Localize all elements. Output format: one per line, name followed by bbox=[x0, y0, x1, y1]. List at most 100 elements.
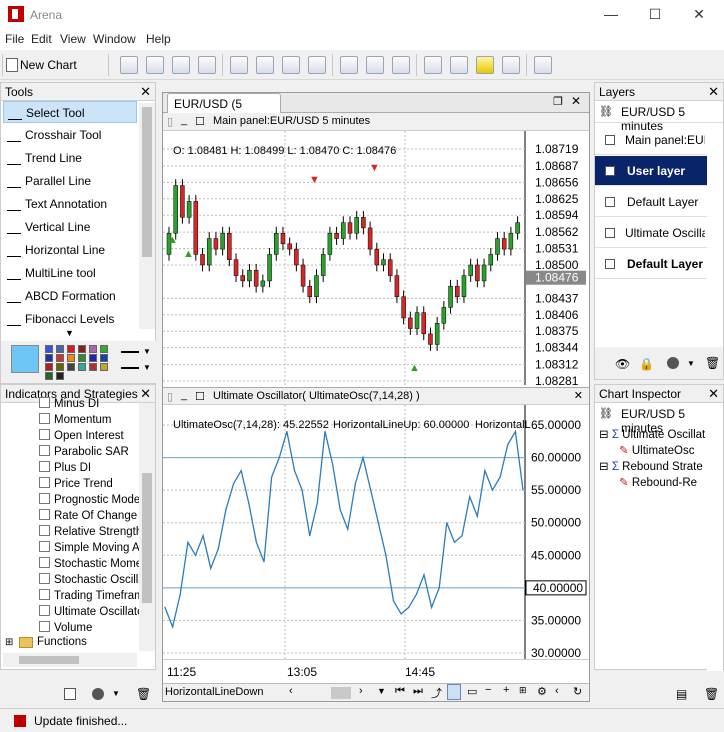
oscillator-chart[interactable]: 65.00000 60.00000 55.00000 50.00000 45.00000… bbox=[163, 405, 589, 659]
indicator-item[interactable]: Minus DI bbox=[39, 397, 139, 413]
trash-icon[interactable]: 🗑 bbox=[704, 687, 719, 701]
scroll-left-icon[interactable]: ‹ bbox=[289, 685, 293, 697]
tool-crosshair-tool[interactable]: Crosshair Tool bbox=[3, 124, 137, 146]
tool-parallel-line[interactable]: Parallel Line bbox=[3, 170, 137, 192]
palette-swatch[interactable] bbox=[89, 354, 97, 362]
tool-text-annotation[interactable]: Text Annotation bbox=[3, 193, 137, 215]
selected-color-swatch[interactable] bbox=[11, 345, 39, 373]
maximize-panel-icon[interactable]: ☐ bbox=[195, 115, 205, 128]
indicator-item[interactable]: Plus DI bbox=[39, 461, 139, 477]
close-icon[interactable]: ✕ bbox=[571, 94, 581, 108]
close-icon[interactable]: ✕ bbox=[574, 389, 583, 402]
indicator-item[interactable]: Trading Timefram bbox=[39, 589, 139, 605]
menu-help[interactable]: Help bbox=[146, 32, 171, 46]
close-icon[interactable]: ✕ bbox=[140, 386, 151, 402]
tool-horizontal-line[interactable]: Horizontal Line bbox=[3, 239, 137, 261]
globe-icon[interactable] bbox=[92, 688, 104, 700]
layer-item[interactable]: User layer bbox=[595, 156, 707, 186]
chevron-down-icon[interactable]: ▼ bbox=[65, 328, 74, 338]
indicator-item[interactable]: Parabolic SAR bbox=[39, 445, 139, 461]
last-icon[interactable]: ⏭ bbox=[413, 685, 423, 698]
fit-icon[interactable] bbox=[447, 684, 461, 700]
strategy-icon[interactable] bbox=[198, 56, 216, 74]
trash-icon[interactable]: 🗑 bbox=[705, 356, 720, 370]
layers-scrollbar[interactable] bbox=[707, 125, 723, 345]
time-scroll-thumb[interactable] bbox=[331, 687, 351, 699]
palette-swatch[interactable] bbox=[89, 363, 97, 371]
eye-icon[interactable]: 👁 bbox=[615, 357, 630, 371]
close-icon[interactable]: ✕ bbox=[708, 84, 719, 100]
cloud-icon[interactable] bbox=[308, 56, 326, 74]
globe-icon[interactable] bbox=[667, 357, 679, 369]
layer-item[interactable]: Default Layer bbox=[595, 187, 707, 217]
checkbox-icon[interactable] bbox=[64, 688, 76, 700]
tool-fibonacci-levels[interactable]: Fibonacci Levels bbox=[3, 308, 137, 330]
palette-swatch[interactable] bbox=[100, 345, 108, 353]
line-chart-icon[interactable] bbox=[146, 56, 164, 74]
tool-multiline-tool[interactable]: MultiLine tool bbox=[3, 262, 137, 284]
scroll-icon[interactable]: ‹ bbox=[555, 685, 559, 697]
layers-root[interactable]: ⛓ EUR/USD 5 minutes bbox=[595, 101, 723, 133]
functions-folder[interactable]: Functions bbox=[37, 636, 87, 648]
scroll-right-icon[interactable]: › bbox=[359, 685, 363, 697]
properties-icon[interactable]: ▤ bbox=[676, 687, 687, 701]
layer-item[interactable]: Default Layer bbox=[595, 249, 707, 279]
refresh-icon[interactable]: ↻ bbox=[573, 685, 582, 698]
image-icon[interactable] bbox=[340, 56, 358, 74]
palette-swatch[interactable] bbox=[56, 354, 64, 362]
chart-type-icon[interactable] bbox=[120, 56, 138, 74]
indicator-item[interactable]: Open Interest bbox=[39, 429, 139, 445]
indicator-item[interactable]: Stochastic Oscilla bbox=[39, 573, 139, 589]
chevron-down-icon[interactable]: ▼ bbox=[687, 359, 695, 368]
palette-swatch[interactable] bbox=[45, 354, 53, 362]
minimize-button[interactable]: — bbox=[596, 4, 626, 24]
layer-item[interactable]: Ultimate Oscillato bbox=[595, 218, 707, 248]
tools-scrollbar[interactable] bbox=[139, 103, 155, 329]
indicator-item[interactable]: Relative Strength bbox=[39, 525, 139, 541]
palette-swatch[interactable] bbox=[100, 363, 108, 371]
indicator-item[interactable]: Volume bbox=[39, 621, 139, 637]
palette-swatch[interactable] bbox=[56, 345, 64, 353]
indicator-item[interactable]: Prognostic Model bbox=[39, 493, 139, 509]
lock-icon[interactable]: 🔒 bbox=[639, 357, 654, 371]
palette-swatch[interactable] bbox=[67, 354, 75, 362]
first-icon[interactable]: ⏮ bbox=[395, 685, 405, 698]
palette-swatch[interactable] bbox=[45, 345, 53, 353]
grid-icon[interactable] bbox=[534, 56, 552, 74]
draw-icon[interactable] bbox=[424, 56, 442, 74]
menu-edit[interactable]: Edit bbox=[31, 32, 52, 46]
close-window-button[interactable]: ✕ bbox=[684, 4, 714, 24]
indicator-item[interactable]: Stochastic Momen bbox=[39, 557, 139, 573]
maximize-panel-icon[interactable]: ☐ bbox=[195, 390, 205, 403]
palette-swatch[interactable] bbox=[45, 363, 53, 371]
menu-file[interactable]: File bbox=[5, 32, 24, 46]
chevron-down-icon[interactable]: ▼ bbox=[143, 363, 151, 372]
tool-select-tool[interactable]: Select Tool bbox=[3, 101, 137, 123]
palette-swatch[interactable] bbox=[100, 354, 108, 362]
palette-swatch[interactable] bbox=[78, 363, 86, 371]
palette-swatch[interactable] bbox=[89, 345, 97, 353]
settings-icon[interactable]: ⚙ bbox=[537, 685, 547, 698]
indicator-item[interactable]: Momentum bbox=[39, 413, 139, 429]
indicators-hscroll[interactable] bbox=[3, 653, 137, 667]
palette-swatch[interactable] bbox=[56, 372, 64, 380]
inspector-scrollbar[interactable] bbox=[707, 427, 723, 671]
highlight-icon[interactable] bbox=[476, 56, 494, 74]
line-width-icon[interactable] bbox=[121, 367, 139, 369]
indicator-item[interactable]: Price Trend bbox=[39, 477, 139, 493]
menu-window[interactable]: Window bbox=[93, 32, 136, 46]
indicator-item[interactable]: Simple Moving Av bbox=[39, 541, 139, 557]
print-icon[interactable] bbox=[392, 56, 410, 74]
indicator-item[interactable]: Ultimate Oscillato bbox=[39, 605, 139, 621]
expand-icon[interactable]: ⊞ bbox=[5, 637, 13, 648]
minimize-panel-icon[interactable]: _ bbox=[181, 114, 187, 126]
ultimate-oscillator-line[interactable] bbox=[164, 429, 524, 630]
chevron-down-icon[interactable]: ▼ bbox=[112, 689, 120, 698]
edit-icon[interactable] bbox=[450, 56, 468, 74]
select-icon[interactable] bbox=[502, 56, 520, 74]
chevron-down-icon[interactable]: ▼ bbox=[143, 347, 151, 356]
minimize-panel-icon[interactable]: _ bbox=[181, 389, 187, 401]
zoom-in-icon[interactable]: + bbox=[503, 684, 509, 696]
menu-view[interactable]: View bbox=[60, 32, 86, 46]
palette-swatch[interactable] bbox=[56, 363, 64, 371]
